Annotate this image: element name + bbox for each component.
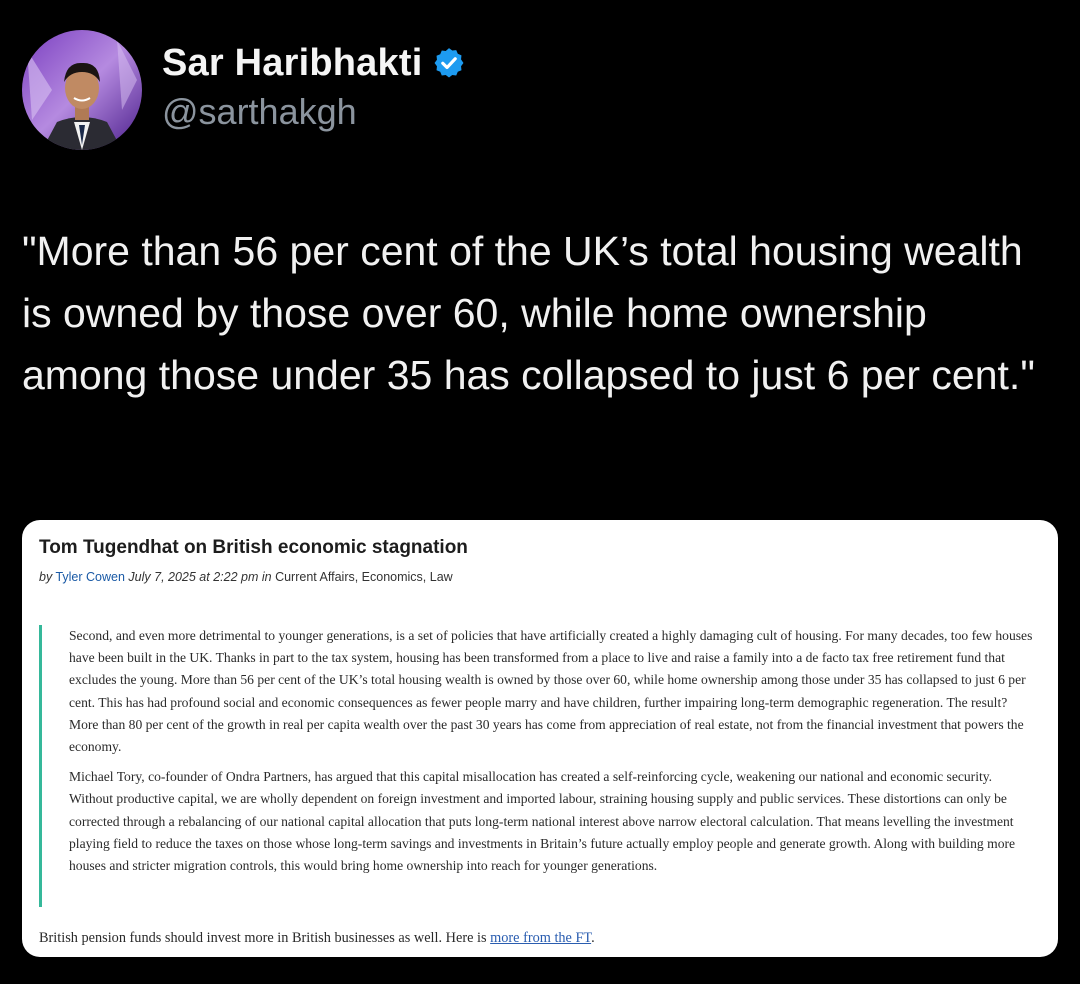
footer-end: . — [591, 930, 595, 946]
tweet-text: "More than 56 per cent of the UK’s total… — [22, 228, 1035, 398]
post-footer-text: British pension funds should invest more… — [39, 930, 595, 947]
byline-categories: Current Affairs, Economics, Law — [275, 570, 453, 584]
author-info: Sar Haribhakti @sarthakgh — [162, 42, 466, 133]
quote-paragraph: Michael Tory, co-founder of Ondra Partne… — [69, 769, 1016, 874]
blockquote: Second, and even more detrimental to you… — [39, 625, 1039, 907]
avatar[interactable] — [22, 30, 142, 150]
byline-by: by — [39, 570, 53, 584]
avatar-image — [22, 30, 142, 150]
handle[interactable]: @sarthakgh — [162, 91, 466, 133]
footer-text: British pension funds should invest more… — [39, 930, 491, 946]
name-row: Sar Haribhakti — [162, 42, 466, 85]
byline-author: Tyler Cowen — [55, 570, 125, 584]
quote-paragraph: Second, and even more detrimental to you… — [69, 628, 1033, 755]
verified-badge-icon — [432, 46, 466, 80]
ft-link: more from the FT — [490, 930, 592, 946]
embedded-screenshot-card[interactable]: Tom Tugendhat on British economic stagna… — [22, 520, 1058, 957]
tweet-header: Sar Haribhakti @sarthakgh — [22, 30, 466, 150]
post-title: Tom Tugendhat on British economic stagna… — [39, 537, 468, 558]
byline: by Tyler Cowen July 7, 2025 at 2:22 pm i… — [39, 570, 453, 584]
display-name[interactable]: Sar Haribhakti — [162, 42, 422, 85]
byline-date: July 7, 2025 at 2:22 pm in — [128, 570, 272, 584]
